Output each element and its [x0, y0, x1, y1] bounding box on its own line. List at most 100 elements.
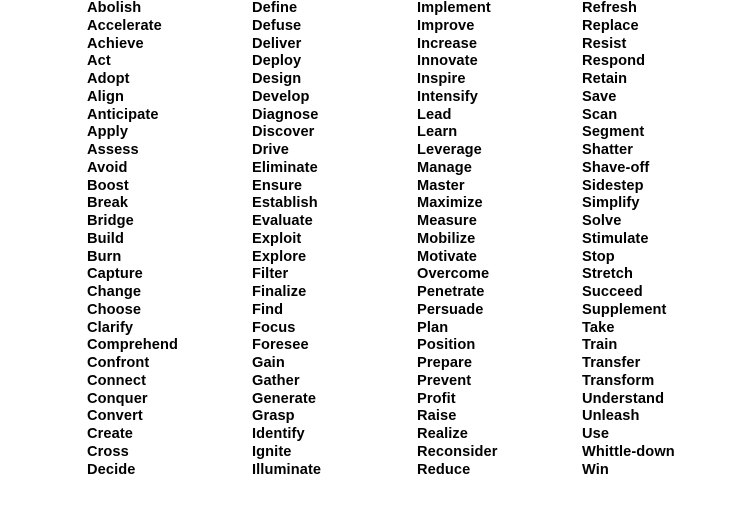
verb-item: Supplement: [582, 301, 667, 318]
verb-item: Gather: [252, 372, 300, 389]
verb-item: Prepare: [417, 355, 473, 371]
verb-item: Defuse: [252, 17, 302, 34]
verb-column-2: Define Defuse Deliver Deploy Design Develop Di…: [252, 0, 417, 479]
verb-item: Master: [417, 177, 465, 194]
verb-item: Maximize: [417, 195, 483, 212]
verb-item: Design: [252, 71, 302, 87]
verb-item: Boost: [87, 177, 129, 194]
verb-item: Drive: [252, 142, 290, 158]
verb-item: Increase: [417, 35, 478, 52]
verb-item: Eliminate: [252, 159, 318, 176]
verb-item: Learn: [417, 124, 458, 141]
verb-column-4: Refresh Replace Resist Respond Retain Save Sca…: [582, 0, 740, 479]
verb-item: Manage: [417, 159, 472, 176]
verb-item: Sidestep: [582, 177, 644, 194]
verb-item: Plan: [417, 319, 449, 336]
verb-item: Leverage: [417, 142, 482, 158]
verb-item: Scan: [582, 106, 618, 123]
verb-item: Understand: [582, 390, 665, 407]
verb-item: Transform: [582, 372, 655, 389]
verb-item: Retain: [582, 71, 628, 87]
verb-item: Capture: [87, 266, 143, 283]
verb-item: Decide: [87, 461, 136, 478]
verb-item: Evaluate: [252, 213, 313, 229]
verb-item: Inspire: [417, 71, 466, 87]
verb-item: Break: [87, 195, 129, 212]
verb-item: Exploit: [252, 230, 302, 247]
verb-item: Prevent: [417, 372, 472, 389]
verb-item: Choose: [87, 301, 142, 318]
verb-item: Transfer: [582, 355, 641, 371]
verb-item: Segment: [582, 124, 645, 141]
verb-item: Train: [582, 337, 618, 354]
verb-item: Abolish: [87, 0, 142, 16]
verb-item: Measure: [417, 213, 477, 229]
verb-item: Act: [87, 53, 111, 70]
verb-item: Lead: [417, 106, 452, 123]
verb-item: Identify: [252, 426, 305, 442]
verb-item: Foresee: [252, 337, 309, 354]
verb-item: Simplify: [582, 195, 640, 212]
verb-item: Intensify: [417, 88, 478, 105]
verb-item: Profit: [417, 390, 456, 407]
verb-item: Whittle-down: [582, 443, 675, 460]
verb-item: Ensure: [252, 177, 303, 194]
verb-item: Raise: [417, 408, 457, 425]
verb-list-page: Abolish Accelerate Achieve Act Adopt Align Ant…: [0, 0, 741, 526]
verb-item: Connect: [87, 372, 147, 389]
verb-item: Overcome: [417, 266, 490, 283]
verb-item: Grasp: [252, 408, 295, 425]
verb-item: Diagnose: [252, 106, 319, 123]
verb-item: Deliver: [252, 35, 302, 52]
verb-item: Achieve: [87, 35, 144, 52]
verb-column-1: Abolish Accelerate Achieve Act Adopt Align Ant…: [87, 0, 252, 479]
verb-item: Accelerate: [87, 17, 162, 34]
verb-item: Find: [252, 301, 284, 318]
verb-item: Filter: [252, 266, 289, 283]
verb-item: Define: [252, 0, 298, 16]
verb-item: Position: [417, 337, 476, 354]
verb-item: Shave-off: [582, 159, 650, 176]
verb-item: Persuade: [417, 301, 484, 318]
verb-item: Gain: [252, 355, 285, 371]
verb-item: Generate: [252, 390, 317, 407]
verb-item: Penetrate: [417, 284, 485, 300]
verb-item: Win: [582, 461, 609, 478]
verb-item: Solve: [582, 213, 622, 229]
verb-item: Apply: [87, 124, 129, 141]
verb-item: Deploy: [252, 53, 302, 70]
verb-item: Take: [582, 319, 615, 336]
verb-item: Discover: [252, 124, 315, 141]
verb-item: Confront: [87, 355, 150, 371]
verb-item: Burn: [87, 248, 122, 265]
verb-item: Use: [582, 426, 610, 442]
verb-column-3: Implement Improve Increase Innovate Inspire I…: [417, 0, 582, 479]
verb-item: Convert: [87, 408, 143, 425]
verb-item: Bridge: [87, 213, 134, 229]
verb-item: Illuminate: [252, 461, 322, 478]
verb-item: Save: [582, 88, 617, 105]
verb-item: Realize: [417, 426, 468, 442]
verb-item: Succeed: [582, 284, 643, 300]
verb-item: Stimulate: [582, 230, 649, 247]
verb-item: Reduce: [417, 461, 471, 478]
verb-item: Mobilize: [417, 230, 476, 247]
verb-item: Change: [87, 284, 142, 300]
verb-item: Build: [87, 230, 124, 247]
verb-item: Create: [87, 426, 134, 442]
verb-item: Cross: [87, 443, 129, 460]
verb-item: Assess: [87, 142, 139, 158]
verb-item: Stretch: [582, 266, 633, 283]
verb-item: Conquer: [87, 390, 148, 407]
verb-item: Stop: [582, 248, 615, 265]
verb-item: Align: [87, 88, 124, 105]
verb-item: Refresh: [582, 0, 638, 16]
verb-item: Comprehend: [87, 337, 178, 354]
verb-item: Ignite: [252, 443, 292, 460]
verb-item: Shatter: [582, 142, 633, 158]
verb-item: Motivate: [417, 248, 477, 265]
verb-item: Focus: [252, 319, 296, 336]
verb-item: Explore: [252, 248, 307, 265]
verb-item: Finalize: [252, 284, 307, 300]
verb-item: Avoid: [87, 159, 128, 176]
